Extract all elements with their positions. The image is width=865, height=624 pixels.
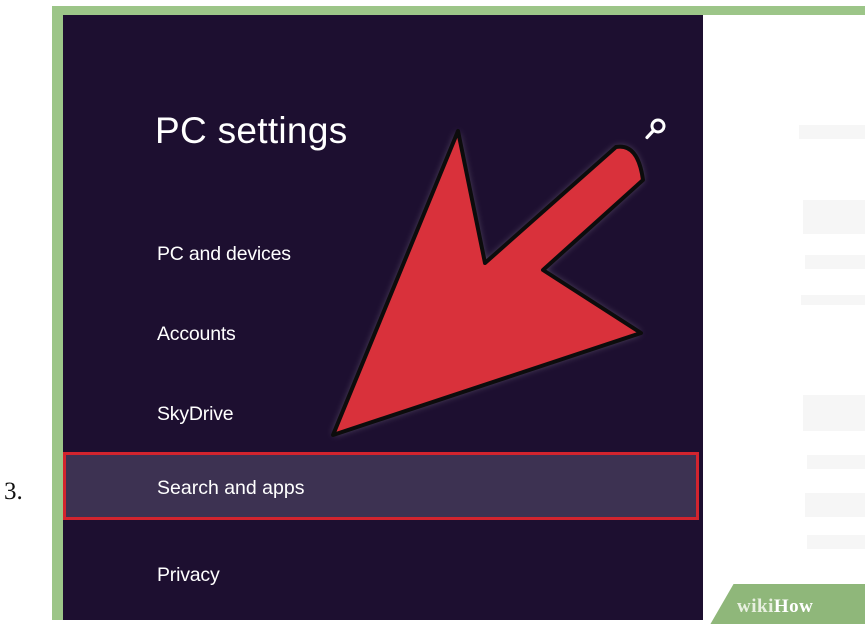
- faded-text: [799, 125, 865, 139]
- faded-text: [803, 395, 865, 431]
- faded-text: [805, 493, 865, 517]
- search-icon[interactable]: [644, 117, 668, 141]
- sidebar-item-skydrive[interactable]: SkyDrive: [63, 394, 703, 434]
- page-title: PC settings: [155, 110, 348, 151]
- faded-text: [807, 455, 865, 469]
- wikihow-logo: wikiHow: [737, 596, 814, 617]
- content-pane: [703, 15, 865, 620]
- faded-text: [803, 200, 865, 234]
- settings-sidebar: PC settings PC and devices Accounts SkyD…: [63, 15, 703, 620]
- sidebar-item-search-and-apps[interactable]: Search and apps: [63, 452, 699, 520]
- step-number: 3.: [4, 478, 23, 505]
- sidebar-item-label: SkyDrive: [157, 403, 234, 425]
- sidebar-item-accounts[interactable]: Accounts: [63, 314, 703, 354]
- sidebar-item-label: Search and apps: [157, 477, 305, 499]
- sidebar-item-label: Privacy: [157, 564, 220, 586]
- sidebar-item-label: PC and devices: [157, 243, 291, 265]
- sidebar-item-privacy[interactable]: Privacy: [63, 555, 703, 595]
- faded-text: [801, 295, 865, 305]
- faded-text: [805, 255, 865, 269]
- pc-settings-screen: PC settings PC and devices Accounts SkyD…: [63, 15, 865, 620]
- faded-text: [807, 535, 865, 549]
- sidebar-item-label: Accounts: [157, 323, 236, 345]
- sidebar-item-pc-and-devices[interactable]: PC and devices: [63, 234, 703, 274]
